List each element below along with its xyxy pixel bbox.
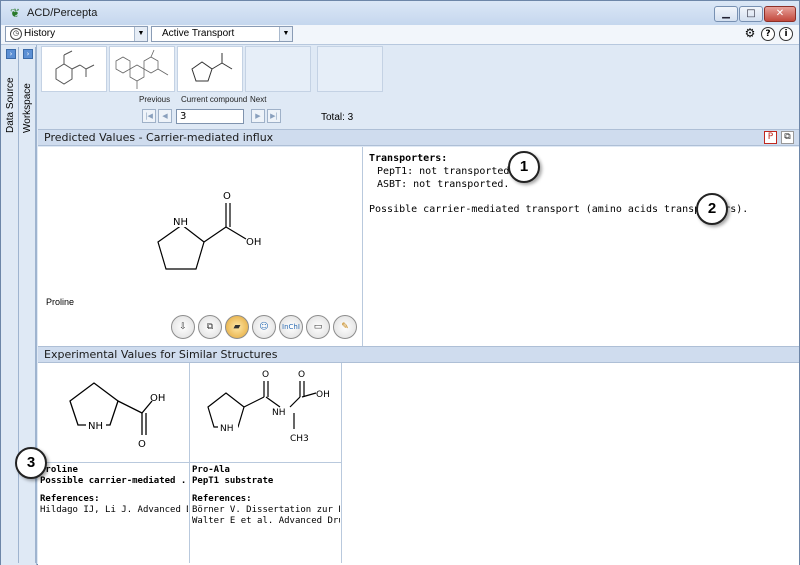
predicted-values-title: Predicted Values - Carrier-mediated infl… [44,131,274,144]
chevron-down-icon[interactable]: ▼ [279,27,292,41]
compound-thumbnail-empty [317,46,383,92]
oh-atom-label: OH [150,393,165,404]
structure-cell: NH OH O [38,363,190,463]
expand-icon[interactable]: › [6,49,16,59]
chevron-down-icon[interactable]: ▼ [134,27,147,41]
toolbar: ◷ History ▼ Active Transport ▼ ⚙ ? i [1,25,799,45]
current-compound-input[interactable]: 3 [176,109,244,124]
aspirin-structure-thumbnail [55,50,95,85]
help-icon[interactable]: ? [761,27,775,41]
title-bar: ❦ ACD/Percepta ▁ □ ✕ [1,1,799,25]
callout-2: 2 [696,193,728,225]
previous-label: Previous [139,95,171,104]
history-dropdown-value: History [24,28,56,39]
experimental-results-area: NH OH O Proline Possible carrier-mediate… [38,363,799,565]
asbt-result: ASBT: not transported. [377,179,510,190]
export-icon[interactable]: ⇩ [171,315,195,339]
reference-item[interactable]: Hildago IJ, Li J. Advanced Dru.. [40,505,188,515]
side-panel-tabs: › Data Source › Workspace [1,45,37,565]
o-atom-label: O [262,370,269,380]
ch3-group-label: CH3 [290,434,309,444]
tab-workspace-label: Workspace [22,83,33,133]
transport-dropdown[interactable]: Active Transport ▼ [151,26,293,42]
pept1-result: PepT1: not transported. [377,166,516,177]
open-folder-icon[interactable]: ▭ [306,315,330,339]
copy-icon[interactable]: ⧉ [781,131,794,144]
info-icon[interactable]: i [779,27,793,41]
total-count: Total: 3 [321,112,354,123]
references-label: References: [40,494,100,504]
predicted-values-header: Predicted Values - Carrier-mediated infl… [38,129,799,146]
compound-thumbnail-1[interactable] [41,46,107,92]
o-atom-label: O [298,370,305,380]
compound-thumbnail-strip [39,45,799,93]
transport-dropdown-value: Active Transport [162,28,235,39]
similar-compound-name: Proline [40,465,78,475]
similar-structure-card[interactable]: NH NH O O OH CH3 Pro-Ala PepT1 substrate… [190,363,342,563]
oh-atom-label: OH [316,390,330,400]
transport-conclusion: Possible carrier-mediated transport (ami… [369,204,749,215]
history-dropdown[interactable]: ◷ History ▼ [5,26,148,42]
experimental-values-header: Experimental Values for Similar Structur… [38,346,799,363]
next-compound-button[interactable]: ▶ [251,109,265,123]
o-atom-label: O [223,191,231,202]
reference-item[interactable]: Börner V. Dissertation zur Erla.. [192,505,340,515]
settings-icon[interactable]: ⚙ [743,27,757,41]
expand-icon[interactable]: › [23,49,33,59]
proline-structure-thumbnail [191,53,233,82]
smile-icon[interactable]: ☺ [252,315,276,339]
clock-icon: ◷ [10,28,22,40]
callout-1: 1 [508,151,540,183]
minimize-button[interactable]: ▁ [714,6,738,22]
oh-atom-label: OH [246,237,261,248]
similar-compound-name: Pro-Ala [192,465,230,475]
structure-cell: NH NH O O OH CH3 [190,363,342,463]
o-atom-label: O [138,439,146,450]
predicted-results-panel: Transporters: PepT1: not transported. AS… [363,147,799,346]
reference-item[interactable]: Walter E et al. Advanced Drug.. [192,516,340,526]
pdf-export-icon[interactable]: P [764,131,777,144]
previous-compound-button[interactable]: ◀ [158,109,172,123]
similar-compound-activity: PepT1 substrate [192,476,274,486]
window-title: ACD/Percepta [27,7,98,19]
percepta-app-icon: ❦ [9,6,21,20]
transporters-title: Transporters: [369,153,448,164]
similar-compound-activity: Possible carrier-mediated .. [40,476,188,486]
nh-amide-label: NH [272,408,286,418]
copy-icon[interactable]: ⧉ [198,315,222,339]
compound-thumbnail-2[interactable] [109,46,175,92]
tab-workspace[interactable]: › Workspace [20,47,36,563]
app-window: ❦ ACD/Percepta ▁ □ ✕ ◷ History ▼ Active … [0,0,800,565]
nh-atom-label: NH [173,217,188,228]
compound-navigation: Previous Current compound Next |◀ ◀ 3 ▶ … [39,95,799,127]
proline-structure-diagram: NH OH O [69,382,165,450]
close-button[interactable]: ✕ [764,6,796,22]
edit-icon[interactable]: ✎ [333,315,357,339]
similar-structure-card[interactable]: NH OH O Proline Possible carrier-mediate… [38,363,190,563]
maximize-button[interactable]: □ [739,6,763,22]
complex-structure-thumbnail [115,49,169,89]
nh-atom-label: NH [88,421,103,432]
first-compound-button[interactable]: |◀ [142,109,156,123]
next-label: Next [250,95,267,104]
compound-thumbnail-3-selected[interactable] [177,46,243,92]
book-icon[interactable]: ▰ [225,315,249,339]
proline-structure-diagram: NH O OH [157,191,261,270]
inchi-icon[interactable]: InChI [279,315,303,339]
references-label: References: [192,494,252,504]
predicted-structure-panel: NH O OH Proline ⇩ ⧉ ▰ ☺ InChI ▭ ✎ [38,147,363,346]
current-compound-label: Current compound [181,95,248,104]
last-compound-button[interactable]: ▶| [267,109,281,123]
compound-thumbnail-empty [245,46,311,92]
tab-data-source-label: Data Source [5,77,16,133]
tab-data-source[interactable]: › Data Source [3,47,19,563]
pro-ala-structure-diagram: NH NH O O OH CH3 [207,370,330,444]
compound-name: Proline [46,297,75,307]
nh-atom-label: NH [220,424,234,434]
experimental-values-title: Experimental Values for Similar Structur… [44,348,278,361]
callout-3: 3 [15,447,47,479]
